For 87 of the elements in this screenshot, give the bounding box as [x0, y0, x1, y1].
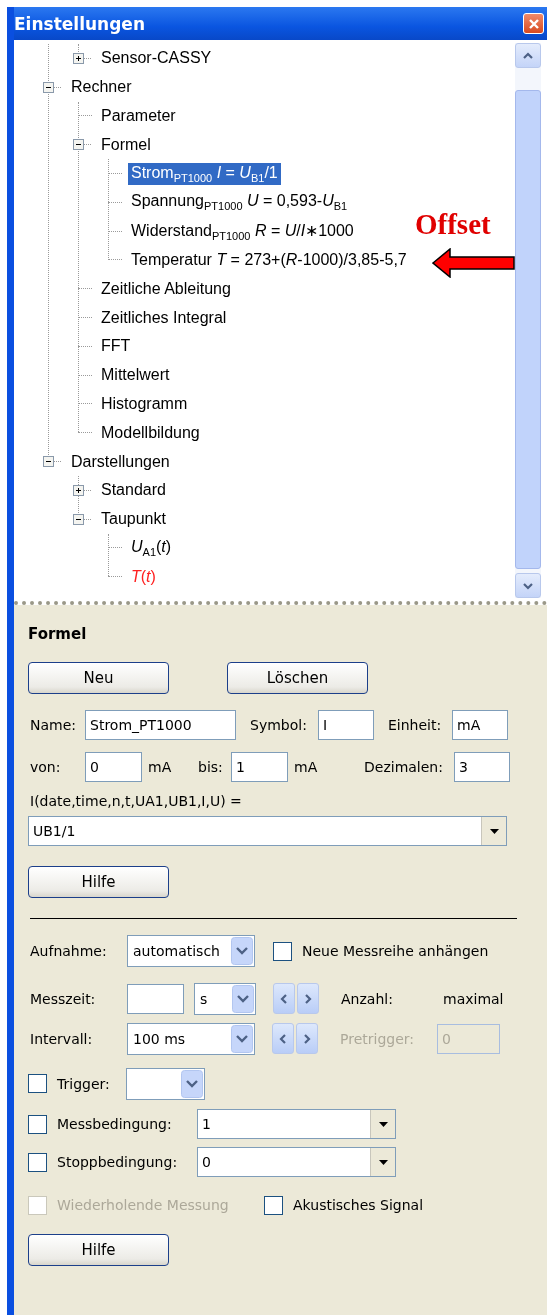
tree-item[interactable]: Histogramm	[98, 393, 191, 414]
window-title: Einstellungen	[14, 13, 145, 34]
unit-label: mA	[148, 759, 173, 775]
collapse-icon[interactable]	[73, 513, 84, 525]
tree-item[interactable]: Darstellungen	[68, 451, 173, 472]
checkbox[interactable]	[28, 1074, 47, 1093]
formula-label: I(date,time,n,t,UA1,UB1,I,U) =	[30, 793, 242, 809]
tree-item[interactable]: FFT	[98, 336, 134, 357]
delete-button[interactable]: Löschen	[227, 662, 368, 694]
close-button[interactable]	[523, 13, 544, 34]
time-field[interactable]	[127, 983, 184, 1014]
field-label: Messzeit:	[30, 990, 97, 1007]
field-label: Intervall:	[30, 1030, 94, 1047]
chevron-left-icon	[279, 993, 289, 1004]
checkbox-label: Neue Messreihe anhängen	[302, 943, 489, 959]
field-label: Pretrigger:	[340, 1030, 415, 1047]
expand-icon[interactable]	[73, 484, 84, 496]
tree-item[interactable]: Standard	[98, 480, 169, 501]
field-label: Dezimalen:	[364, 759, 444, 775]
field-label: von:	[30, 759, 62, 775]
tree-item[interactable]: Spannung$_{PT1000}$ U = 0,593-U$_{B1}$	[128, 191, 351, 214]
help-button[interactable]: Hilfe	[28, 1234, 169, 1266]
chevron-left-icon	[278, 1033, 288, 1044]
tree-item[interactable]: Rechner	[68, 77, 135, 98]
count-value: maximal	[443, 990, 504, 1007]
tree-item[interactable]: Parameter	[98, 106, 179, 126]
tree-item[interactable]: Widerstand$_{PT1000}$ R = U/I∗1000	[128, 219, 357, 243]
expand-icon[interactable]	[73, 52, 84, 64]
trigger-dropdown[interactable]	[126, 1067, 205, 1100]
dropdown-arrow-icon	[489, 828, 499, 834]
tree-item[interactable]: U$_{A1}$(t)	[128, 536, 175, 559]
from-field[interactable]: 0	[85, 752, 142, 782]
checkbox-label: Akustisches Signal	[293, 1197, 424, 1213]
formula-combobox[interactable]: UB1/1	[28, 816, 507, 846]
field-label: Aufnahme:	[30, 943, 108, 959]
close-icon	[527, 17, 540, 30]
checkbox[interactable]	[264, 1195, 283, 1215]
tree-item[interactable]: Strom$_{PT1000}$ I = U$_{B1}$/1	[128, 162, 281, 185]
time-unit-dropdown[interactable]: s	[194, 982, 256, 1015]
checkbox-label: Messbedingung:	[57, 1116, 173, 1132]
name-field[interactable]: Strom_PT1000	[85, 710, 236, 740]
checkbox[interactable]	[28, 1114, 47, 1134]
checkbox[interactable]	[28, 1152, 47, 1172]
symbol-field[interactable]: I	[318, 710, 374, 740]
chevron-up-icon	[523, 50, 533, 61]
new-button[interactable]: Neu	[28, 662, 169, 694]
recording-dropdown[interactable]: automatisch	[127, 935, 255, 967]
unit-field[interactable]: mA	[452, 710, 508, 740]
increase-button[interactable]	[297, 983, 319, 1014]
checkbox[interactable]	[273, 941, 292, 961]
checkbox-label: Wiederholende Messung	[57, 1197, 230, 1213]
help-button[interactable]: Hilfe	[28, 866, 169, 898]
collapse-icon[interactable]	[43, 456, 54, 468]
increase-button[interactable]	[296, 1023, 318, 1054]
tree-item[interactable]: Formel	[98, 134, 154, 155]
decimals-field[interactable]: 3	[454, 752, 510, 782]
chevron-down-icon	[523, 580, 533, 591]
annotation-label: Offset	[415, 208, 491, 241]
section-heading: Formel	[28, 625, 88, 643]
tree-item[interactable]: Modellbildung	[98, 422, 203, 443]
field-label: Anzahl:	[341, 990, 394, 1007]
to-field[interactable]: 1	[231, 752, 288, 782]
tree-item[interactable]: Zeitliches Integral	[98, 307, 230, 328]
tree-item[interactable]: Taupunkt	[98, 509, 169, 530]
dropdown-arrow-icon	[378, 1159, 388, 1165]
tree-item[interactable]: T(t)	[128, 566, 159, 587]
condition-combobox[interactable]: 1	[197, 1109, 396, 1139]
tree-item[interactable]: Temperatur T = 273+(R-1000)/3,85-5,7	[128, 249, 410, 270]
stop-combobox[interactable]: 0	[197, 1147, 396, 1177]
field-label: Symbol:	[250, 717, 308, 733]
checkbox-label: Trigger:	[57, 1075, 111, 1092]
collapse-icon[interactable]	[43, 81, 54, 93]
collapse-icon[interactable]	[73, 139, 84, 151]
tree-item[interactable]: Sensor-CASSY	[98, 48, 215, 69]
field-label: Name:	[30, 717, 78, 733]
checkbox-label: Stoppbedingung:	[57, 1154, 179, 1170]
chevron-right-icon	[302, 1033, 312, 1044]
dropdown-arrow-icon	[378, 1121, 388, 1127]
unit-label: mA	[294, 759, 319, 775]
field-label: bis:	[198, 759, 224, 775]
interval-dropdown[interactable]: 100 ms	[127, 1022, 255, 1055]
tree-item[interactable]: Mittelwert	[98, 365, 173, 386]
field-label: Einheit:	[388, 717, 443, 733]
tree-item[interactable]: Zeitliche Ableitung	[98, 278, 234, 299]
decrease-button[interactable]	[272, 1023, 294, 1054]
chevron-right-icon	[303, 993, 313, 1004]
decrease-button[interactable]	[273, 983, 295, 1014]
